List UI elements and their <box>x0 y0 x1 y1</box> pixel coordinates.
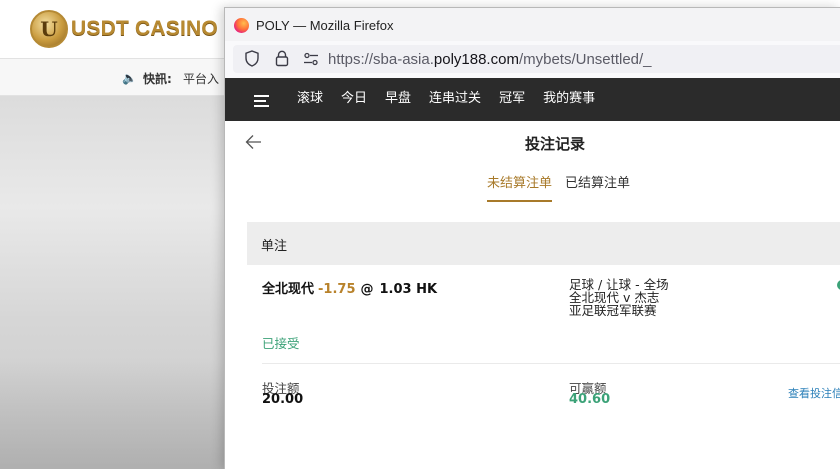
nav-items: 滚球 今日 早盘 连串过关 冠军 我的赛事 <box>297 90 613 108</box>
selection-team: 全北现代 <box>262 282 315 297</box>
tab-settled[interactable]: 已结算注单 <box>565 172 630 200</box>
url-host: poly188.com <box>433 51 519 68</box>
hamburger-menu-icon[interactable] <box>254 95 269 107</box>
divider <box>262 363 840 364</box>
bet-selection: 全北现代 -1.75 @1.03 HK <box>262 278 437 297</box>
potential-win-value: 40.60 <box>569 392 611 407</box>
firefox-window: POLY — Mozilla Firefox https://sba-asia.… <box>224 7 840 469</box>
casino-logo[interactable]: U USDT CASINO <box>30 9 218 49</box>
ticker-text: 平台入 <box>183 72 220 86</box>
page-title: 投注记录 <box>525 135 586 153</box>
single-bets-section-header: 单注 <box>247 222 840 265</box>
at-symbol: @ <box>360 282 374 297</box>
top-navigation: 滚球 今日 早盘 连串过关 冠军 我的赛事 <box>225 78 840 121</box>
tab-unsettled[interactable]: 未结算注单 <box>487 172 553 202</box>
ticker-label: 快訊: <box>143 72 172 86</box>
lock-icon[interactable] <box>275 50 289 67</box>
casino-logo-text: USDT CASINO <box>71 17 218 40</box>
casino-logo-coin-icon: U <box>30 10 68 48</box>
handicap-value: -1.75 <box>318 282 356 297</box>
bet-league: 亚足联冠军联赛 <box>569 303 657 318</box>
stake-value: 20.00 <box>262 392 304 407</box>
view-bet-details-link[interactable]: 查看投注信 <box>788 385 840 401</box>
shield-icon[interactable] <box>245 50 259 67</box>
bet-card: 全北现代 -1.75 @1.03 HK 足球 / 让球 - 全场 全北现代 v 杰志… <box>247 265 840 465</box>
bet-market-info: 足球 / 让球 - 全场 全北现代 v 杰志 亚足联冠军联赛 <box>569 278 669 317</box>
permissions-icon[interactable] <box>303 52 319 66</box>
bet-status-tabs: 未结算注单 已结算注单 <box>225 166 840 202</box>
url-path: /mybets/Unsettled/_ <box>518 51 652 68</box>
nav-item-parlay[interactable]: 连串过关 <box>429 90 481 108</box>
nav-item-today[interactable]: 今日 <box>341 90 367 108</box>
url-text[interactable]: https://sba-asia.poly188.com/mybets/Unse… <box>328 51 652 68</box>
url-bar[interactable]: https://sba-asia.poly188.com/mybets/Unse… <box>233 45 840 73</box>
nav-item-my-events[interactable]: 我的赛事 <box>543 90 595 108</box>
window-title: POLY — Mozilla Firefox <box>256 18 394 33</box>
window-titlebar[interactable]: POLY — Mozilla Firefox <box>225 8 840 41</box>
page-header: 投注记录 <box>225 121 840 166</box>
url-prefix: https://sba-asia. <box>328 51 434 68</box>
url-toolbar: https://sba-asia.poly188.com/mybets/Unse… <box>225 41 840 78</box>
nav-item-early[interactable]: 早盘 <box>385 90 411 108</box>
hero-banner-image <box>0 96 230 469</box>
speaker-icon: 🔈 <box>122 71 137 85</box>
nav-item-live[interactable]: 滚球 <box>297 90 323 108</box>
bet-status: 已接受 <box>262 336 300 351</box>
sportsbook-page: 滚球 今日 早盘 连串过关 冠军 我的赛事 投注记录 未结算注单 已结算注单 单… <box>225 78 840 469</box>
section-label: 单注 <box>261 239 288 254</box>
odds-value: 1.03 HK <box>379 282 438 297</box>
firefox-icon <box>234 18 249 33</box>
nav-item-outright[interactable]: 冠军 <box>499 90 525 108</box>
back-arrow-icon[interactable] <box>245 134 262 150</box>
